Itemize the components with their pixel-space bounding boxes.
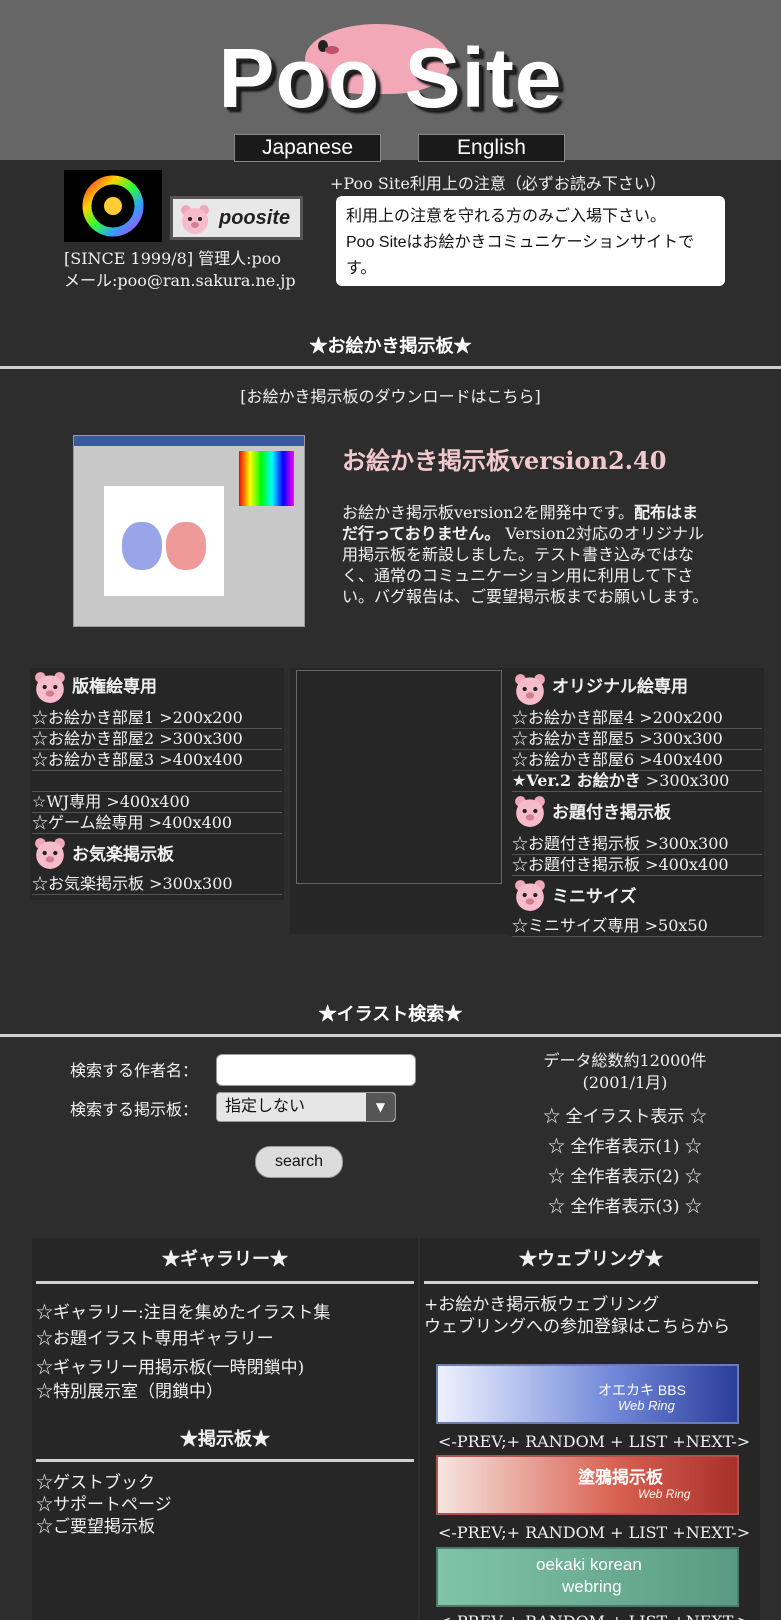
bear-icon (181, 205, 209, 234)
version-description: お絵かき掲示板version2を開発中です。配布はまだ行っておりません。 Ver… (342, 502, 714, 607)
webring-line-1[interactable]: +お絵かき掲示板ウェブリング (424, 1294, 730, 1316)
webring-nav-2[interactable]: <-PREV;+ RANDOM + LIST +NEXT-> (438, 1523, 750, 1542)
gallery-link[interactable]: ☆ギャラリー用掲示板(一時閉鎖中) (36, 1356, 330, 1380)
version-title[interactable]: お絵かき掲示板version2.40 (342, 441, 666, 476)
show-authors-3-link[interactable]: ☆ 全作者表示(3) ☆ (510, 1192, 740, 1222)
divider (0, 1034, 781, 1037)
gallery-list: ☆ギャラリー:注目を集めたイラスト集 ☆お題イラスト専用ギャラリー ☆ギャラリー… (36, 1300, 330, 1404)
room-link[interactable]: ☆お絵かき部屋6 >400x400 (512, 750, 762, 771)
bear-icon (515, 880, 545, 911)
stats-date: (2001/1月) (582, 1073, 668, 1092)
download-link[interactable]: [お絵かき掲示板のダウンロードはこちら] (0, 383, 781, 407)
board-list: ☆ゲストブック ☆サポートページ ☆ご要望掲示板 (36, 1472, 172, 1538)
search-section-title: ★イラスト検索★ (318, 1004, 463, 1025)
room-link[interactable]: ☆お気楽掲示板 >300x300 (32, 874, 282, 895)
support-link[interactable]: ☆サポートページ (36, 1494, 172, 1516)
gallery-link[interactable]: ☆ギャラリー:注目を集めたイラスト集 (36, 1300, 330, 1326)
webring-nav-1[interactable]: <-PREV;+ RANDOM + LIST +NEXT-> (438, 1432, 781, 1451)
oekaki-section-title: ★お絵かき掲示板★ (309, 336, 472, 357)
notice-line-1: 利用上の注意を守れる方のみご入場下さい。 (346, 208, 667, 225)
webring-intro: +お絵かき掲示板ウェブリング ウェブリングへの参加登録はこちらから (424, 1294, 730, 1338)
search-button[interactable]: search (255, 1146, 343, 1178)
divider (0, 366, 781, 369)
since-text: [SINCE 1999/8] 管理人:poo (64, 249, 282, 268)
center-blank-box (296, 670, 502, 884)
webring-title: ★ウェブリング★ (519, 1249, 663, 1270)
lang-japanese-button[interactable]: Japanese (234, 134, 381, 162)
room-link[interactable]: ☆お題付き掲示板 >400x400 (512, 855, 762, 876)
room-link[interactable]: ☆お絵かき部屋2 >300x300 (32, 729, 282, 750)
banner-1-subtext: Web Ring (618, 1398, 675, 1413)
spacer-row (32, 771, 282, 792)
room-link[interactable]: ☆ミニサイズ専用 >50x50 (512, 916, 762, 937)
bear-icon (515, 796, 545, 827)
banner-1-text: オエカキ BBS (598, 1382, 686, 1398)
banner-2-text: 塗鴉掲示板 (578, 1468, 663, 1488)
board-select-value: 指定しない (225, 1098, 306, 1115)
bear-icon (35, 672, 65, 703)
group-head-theme: お題付き掲示板 (552, 803, 671, 823)
author-label: 検索する作者名： (70, 1061, 199, 1080)
group-head-casual: お気楽掲示板 (72, 845, 174, 865)
room-link-ver2[interactable]: ★Ver.2 お絵かき >300x300 (512, 771, 762, 792)
notice-line-2: Poo Siteはお絵かきコミュニケーションサイトです。 (346, 234, 695, 277)
banner-3-subtext: webring (562, 1577, 622, 1596)
desc-part-a: お絵かき掲示板version2を開発中です。 (342, 503, 635, 522)
oekaki-screenshot (73, 435, 305, 627)
badge-text: poosite (219, 207, 291, 229)
chevron-down-icon[interactable]: ▼ (366, 1093, 395, 1121)
notice-title[interactable]: +Poo Site利用上の注意（必ずお読み下さい） (330, 170, 666, 194)
request-board-link[interactable]: ☆ご要望掲示板 (36, 1516, 172, 1538)
room-link[interactable]: ☆お絵かき部屋5 >300x300 (512, 729, 762, 750)
room-link[interactable]: ☆お絵かき部屋3 >400x400 (32, 750, 282, 771)
room-link[interactable]: ☆お絵かき部屋1 >200x200 (32, 708, 282, 729)
gallery-link[interactable]: ☆お題イラスト専用ギャラリー (36, 1326, 330, 1352)
bear-icon (35, 838, 65, 869)
bear-icon (515, 674, 545, 705)
webring-line-2[interactable]: ウェブリングへの参加登録はこちらから (424, 1316, 730, 1338)
ver2-star: ★ (512, 771, 527, 790)
site-info: [SINCE 1999/8] 管理人:poo メール:poo@ran.sakur… (64, 248, 296, 292)
rainbow-logo[interactable] (64, 170, 162, 242)
gallery-link[interactable]: ☆特別展示室（閉鎖中） (36, 1380, 330, 1404)
show-all-illust-link[interactable]: ☆ 全イラスト表示 ☆ (510, 1102, 740, 1132)
group-head-licensed: 版権絵専用 (72, 677, 157, 697)
search-stats: データ総数約12000件 (2001/1月) ☆ 全イラスト表示 ☆ ☆ 全作者… (510, 1050, 740, 1222)
stats-count: データ総数約12000件 (543, 1051, 707, 1070)
poosite-badge[interactable]: poosite (170, 196, 303, 240)
blue-bear-figure (122, 522, 162, 570)
author-search-input[interactable] (216, 1054, 416, 1086)
divider (36, 1459, 414, 1462)
banner-2-subtext: Web Ring (638, 1487, 691, 1501)
guestbook-link[interactable]: ☆ゲストブック (36, 1472, 172, 1494)
ver2-size: >300x300 (640, 771, 730, 790)
show-authors-1-link[interactable]: ☆ 全作者表示(1) ☆ (510, 1132, 740, 1162)
divider (424, 1281, 758, 1284)
room-link[interactable]: ☆お題付き掲示板 >300x300 (512, 834, 762, 855)
board-title: ★掲示板★ (180, 1429, 270, 1450)
group-head-mini: ミニサイズ (552, 887, 637, 907)
oekaki-bbs-webring-banner[interactable]: オエカキ BBS Web Ring (436, 1364, 739, 1424)
group-head-original: オリジナル絵専用 (552, 677, 688, 697)
notice-box: 利用上の注意を守れる方のみご入場下さい。 Poo Siteはお絵かきコミュニケー… (336, 196, 725, 286)
board-label: 検索する掲示板： (70, 1100, 199, 1119)
show-links: ☆ 全イラスト表示 ☆ ☆ 全作者表示(1) ☆ ☆ 全作者表示(2) ☆ ☆ … (510, 1102, 740, 1222)
show-authors-2-link[interactable]: ☆ 全作者表示(2) ☆ (510, 1162, 740, 1192)
banner-3-text: oekaki korean (536, 1555, 642, 1574)
ver2-label: Ver.2 お絵かき (526, 771, 641, 790)
oekaki-korean-webring-banner[interactable]: oekaki korean webring (436, 1547, 739, 1607)
lang-english-button[interactable]: English (418, 134, 565, 162)
room-link[interactable]: ☆ゲーム絵専用 >400x400 (32, 813, 282, 834)
webring-nav-3[interactable]: <-PREV;+ RANDOM + LIST +NEXT-> (438, 1612, 750, 1620)
color-palette (239, 451, 294, 506)
room-link[interactable]: ☆お絵かき部屋4 >200x200 (512, 708, 762, 729)
pink-bear-figure (166, 522, 206, 570)
mail-link[interactable]: メール:poo@ran.sakura.ne.jp (64, 270, 296, 292)
gallery-title: ★ギャラリー★ (162, 1249, 288, 1270)
window-titlebar (74, 436, 304, 446)
togarashi-webring-banner[interactable]: 塗鴉掲示板 Web Ring (436, 1455, 739, 1515)
site-title: Poo Site (218, 31, 563, 125)
divider (36, 1281, 414, 1284)
room-link[interactable]: ☆WJ専用 >400x400 (32, 792, 282, 813)
